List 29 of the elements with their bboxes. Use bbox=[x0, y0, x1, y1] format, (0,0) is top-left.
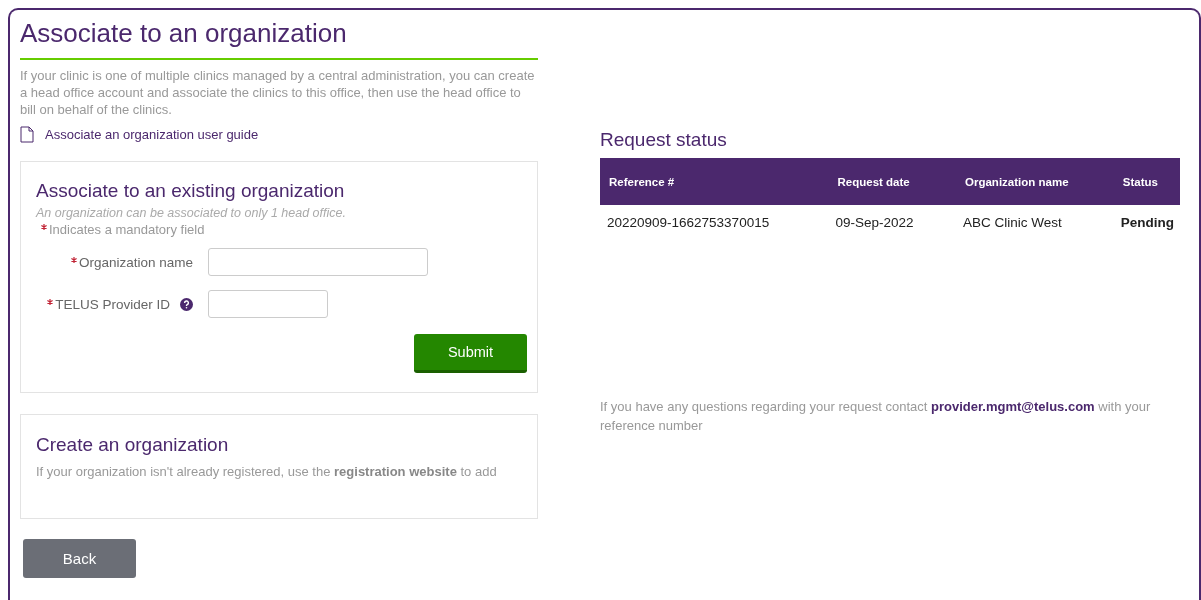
column-header: Request date bbox=[837, 175, 910, 188]
table-cell: ABC Clinic West bbox=[963, 215, 1062, 230]
column-header: Reference # bbox=[609, 175, 675, 188]
help-icon[interactable] bbox=[180, 297, 193, 311]
text-field[interactable] bbox=[208, 248, 428, 276]
table-cell: 09-Sep-2022 bbox=[835, 215, 914, 230]
column-header: Organization name bbox=[965, 175, 1069, 188]
note-text: An organization can be associated to only 1 head office. bbox=[36, 206, 347, 220]
create-text: If your organization isn't already registered, use the registration website to add bbox=[36, 464, 498, 479]
document-icon bbox=[20, 126, 34, 143]
field-label: Organization name bbox=[78, 254, 193, 270]
table-cell: Pending bbox=[1120, 215, 1174, 230]
field-label: TELUS Provider ID bbox=[55, 296, 170, 312]
section-heading: Request status bbox=[600, 128, 728, 152]
user-guide-link[interactable]: Associate an organization user guide bbox=[45, 127, 259, 142]
section-heading: Create an organization bbox=[36, 433, 230, 457]
text-field[interactable] bbox=[208, 290, 328, 318]
mandatory-note: Indicates a mandatory field bbox=[49, 222, 205, 237]
page-title: Associate to an organization bbox=[20, 18, 538, 60]
section-heading: Associate to an existing organization bbox=[36, 179, 346, 203]
intro-text: If your clinic is one of multiple clinics managed by a central administration, you can create a head office account and associate the clinics to this office, then use the head office to bill on behalf of the clinics. bbox=[20, 67, 536, 118]
table-cell: 20220909-1662753370015 bbox=[607, 215, 770, 230]
contact-text: If you have any questions regarding your request contact provider.mgmt@telus.com with your reference number bbox=[600, 398, 1152, 435]
email-link[interactable]: provider.mgmt@telus.com bbox=[931, 399, 1095, 414]
submit-button[interactable]: Submit bbox=[414, 334, 527, 373]
registration-link[interactable]: registration website bbox=[334, 464, 457, 479]
column-header: Status bbox=[1122, 175, 1158, 188]
required-icon bbox=[41, 224, 47, 230]
back-button[interactable]: Back bbox=[23, 539, 136, 578]
